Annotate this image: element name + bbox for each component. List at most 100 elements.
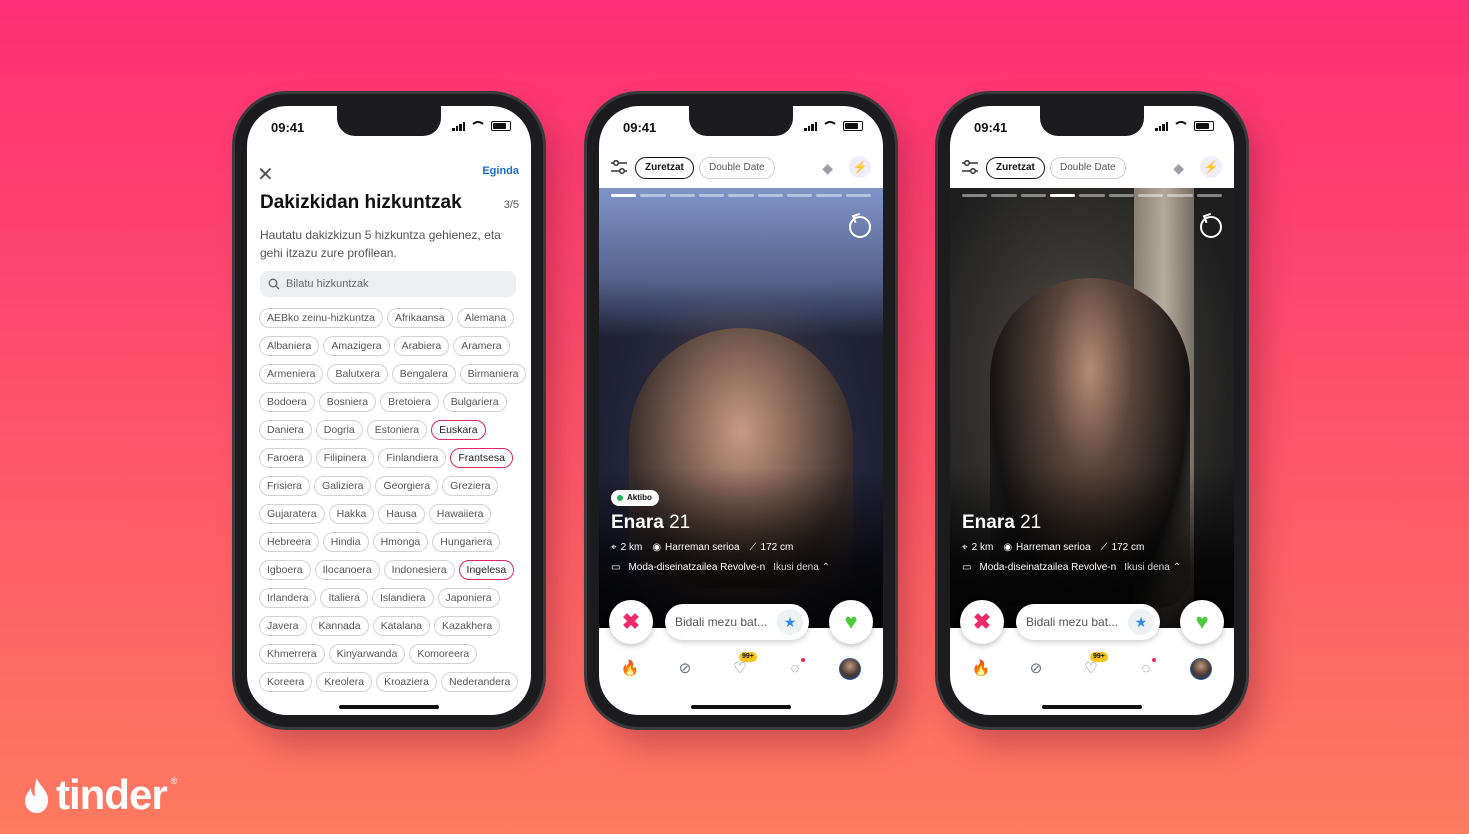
chevron-up-icon: ⌃ — [1172, 562, 1181, 573]
language-chip[interactable]: Japoniera — [437, 588, 500, 608]
language-chip[interactable]: Igboera — [259, 560, 311, 580]
boost-icon[interactable]: ⚡ — [1200, 156, 1222, 178]
flame-icon[interactable]: 🔥 — [619, 658, 641, 680]
language-chip[interactable]: Bulgariera — [442, 392, 507, 412]
language-chip[interactable]: Kroaziera — [376, 672, 438, 692]
search-input[interactable]: Bilatu hizkuntzak — [260, 271, 516, 297]
language-chip[interactable]: Bodoera — [259, 392, 315, 412]
boost-icon[interactable]: ⚡ — [849, 156, 871, 178]
language-chip[interactable]: Bretoiera — [380, 392, 439, 412]
language-chip[interactable]: Koreera — [259, 672, 313, 692]
distance: ⌖ 2 km — [611, 542, 642, 553]
language-chip[interactable]: Hungariera — [432, 532, 501, 552]
done-button[interactable]: Egindа — [482, 165, 519, 177]
see-all-link[interactable]: Ikusi dena ⌃ — [1124, 562, 1181, 573]
language-chip[interactable]: Frantsesa — [450, 448, 514, 468]
language-chip[interactable]: Irlandera — [259, 588, 317, 608]
language-chip[interactable]: Georgiera — [375, 476, 439, 496]
language-chip[interactable]: AEBko zeinu-hizkuntza — [259, 308, 383, 328]
nope-button[interactable]: ✖ — [960, 600, 1004, 644]
diamond-icon[interactable]: ◆ — [822, 160, 833, 177]
super-like-icon[interactable]: ★ — [777, 609, 803, 635]
language-chip[interactable]: Hindia — [322, 532, 369, 552]
like-button[interactable]: ♥ — [829, 600, 873, 644]
language-chip[interactable]: Kreolera — [316, 672, 373, 692]
chat-icon[interactable]: ◌ — [784, 658, 806, 680]
tab-for-you[interactable]: Zuretzat — [635, 157, 694, 179]
language-chip[interactable]: Islandiera — [371, 588, 434, 608]
language-chip[interactable]: Estoniera — [366, 420, 428, 440]
language-chip[interactable]: Greziera — [442, 476, 499, 496]
rewind-icon[interactable] — [849, 216, 871, 238]
super-like-icon[interactable]: ★ — [1128, 609, 1154, 635]
message-input[interactable]: Bidali mezu bat... ★ — [665, 604, 809, 640]
looking-for: ◉ Harreman serioa — [1003, 542, 1090, 553]
likes-icon[interactable]: ♡ 99+ — [729, 652, 757, 680]
message-input[interactable]: Bidali mezu bat... ★ — [1016, 604, 1160, 640]
filter-icon[interactable] — [962, 160, 978, 174]
language-chip[interactable]: Daniera — [259, 420, 312, 440]
profile-photo[interactable]: Aktibo Enara 21 ⌖ 2 km ◉ Harreman serioa ⟋… — [599, 188, 883, 628]
language-chip[interactable]: Indonesiera — [383, 560, 455, 580]
language-chip[interactable]: Italiera — [320, 588, 368, 608]
compass-icon[interactable]: ⊘ — [674, 658, 696, 680]
diamond-icon[interactable]: ◆ — [1173, 160, 1184, 177]
language-chip[interactable]: Hakka — [328, 504, 375, 524]
language-chip[interactable]: Katalana — [372, 616, 431, 636]
language-chip[interactable]: Aramera — [453, 336, 510, 356]
chat-icon[interactable]: ◌ — [1135, 658, 1157, 680]
language-chip[interactable]: Javera — [259, 616, 307, 636]
language-chip[interactable]: Bosniera — [318, 392, 377, 412]
compass-icon[interactable]: ⊘ — [1025, 658, 1047, 680]
language-chip[interactable]: Alemana — [456, 308, 515, 328]
flame-icon[interactable]: 🔥 — [970, 658, 992, 680]
profile-name: Enara 21 — [962, 512, 1041, 534]
like-button[interactable]: ♥ — [1180, 600, 1224, 644]
tab-double-date[interactable]: Double Date — [699, 157, 775, 179]
language-chip[interactable]: Ilocanoera — [314, 560, 380, 580]
language-chip[interactable]: Hausa — [378, 504, 425, 524]
tab-for-you[interactable]: Zuretzat — [986, 157, 1045, 179]
nope-button[interactable]: ✖ — [609, 600, 653, 644]
language-chip[interactable]: Komoreera — [409, 644, 478, 664]
tab-double-date[interactable]: Double Date — [1050, 157, 1126, 179]
language-chip[interactable]: Armeniera — [259, 364, 324, 384]
language-chip[interactable]: Galiziera — [314, 476, 372, 496]
language-chip[interactable]: Kannada — [310, 616, 369, 636]
profile-job: ▭ Moda-diseinatzailea Revolve-n Ikusi de… — [962, 562, 1181, 573]
language-chip[interactable]: Birmaniera — [459, 364, 527, 384]
avatar[interactable] — [839, 658, 861, 680]
language-chip[interactable]: Afrikaansa — [386, 308, 453, 328]
language-chip[interactable]: Euskara — [431, 420, 486, 440]
language-chip[interactable]: Dogria — [315, 420, 363, 440]
language-chip[interactable]: Hebreera — [259, 532, 319, 552]
language-chip[interactable]: Hawaiiera — [428, 504, 492, 524]
likes-icon[interactable]: ♡ 99+ — [1080, 652, 1108, 680]
rewind-icon[interactable] — [1200, 216, 1222, 238]
progress-segment — [1137, 194, 1164, 197]
close-icon[interactable]: ✕ — [257, 162, 274, 187]
see-all-link[interactable]: Ikusi dena ⌃ — [773, 562, 830, 573]
language-chip[interactable]: Ingelesa — [458, 560, 515, 580]
language-chip[interactable]: Faroera — [259, 448, 312, 468]
language-chip[interactable]: Khmerrera — [259, 644, 325, 664]
language-chip[interactable]: Balutxera — [327, 364, 388, 384]
language-chip[interactable]: Arabiera — [393, 336, 450, 356]
language-chip[interactable]: Finlandiera — [378, 448, 447, 468]
language-chip[interactable]: Kinyarwanda — [328, 644, 406, 664]
language-chip[interactable]: Hmonga — [372, 532, 429, 552]
language-chip[interactable]: Nederandera — [441, 672, 519, 692]
profile-photo[interactable]: Enara 21 ⌖ 2 km ◉ Harreman serioa ⟋ 172 cm … — [950, 188, 1234, 628]
language-chip[interactable]: Kazakhera — [434, 616, 501, 636]
language-chip[interactable]: Albaniera — [259, 336, 320, 356]
filter-icon[interactable] — [611, 160, 627, 174]
distance: ⌖ 2 km — [962, 542, 993, 553]
avatar[interactable] — [1190, 658, 1212, 680]
language-chip[interactable]: Gujaratera — [259, 504, 325, 524]
language-chip[interactable]: Filipinera — [315, 448, 375, 468]
language-chip[interactable]: Bengalera — [391, 364, 456, 384]
language-chip[interactable]: Frisiera — [259, 476, 311, 496]
language-chip[interactable]: Amazigera — [323, 336, 390, 356]
screen: 09:41 Zuretzat Double Date ◆ ⚡ Enara 21 … — [950, 106, 1234, 715]
avatar-icon — [1190, 658, 1212, 680]
